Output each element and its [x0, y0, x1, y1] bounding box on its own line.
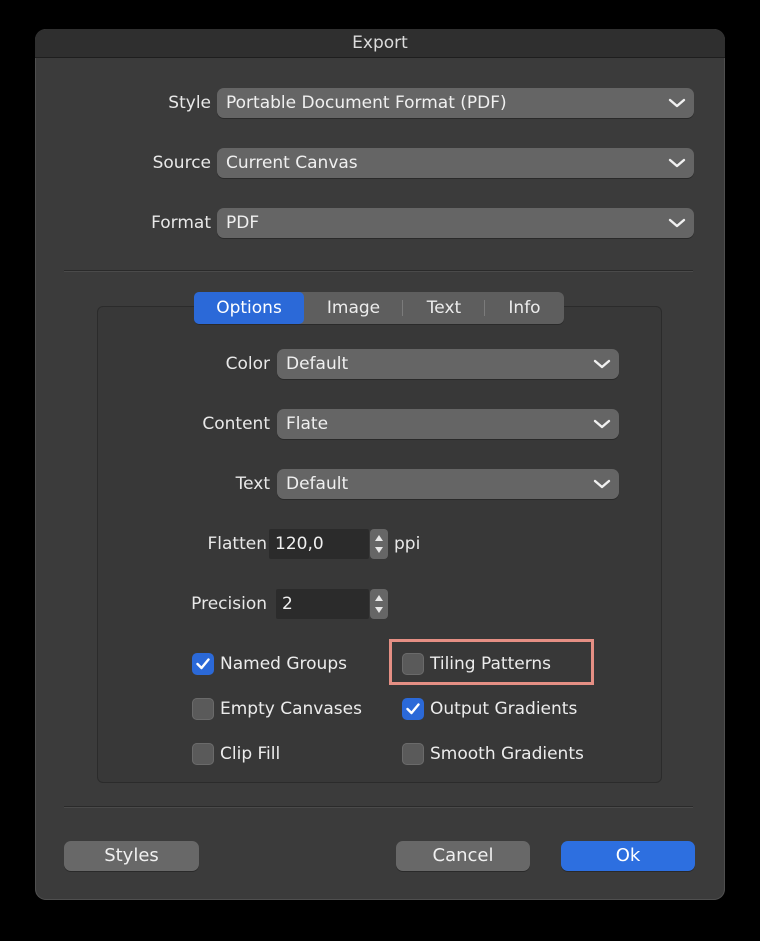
- style-value: Portable Document Format (PDF): [226, 93, 507, 113]
- text-select[interactable]: Default: [277, 469, 619, 499]
- chevron-down-icon: [668, 158, 686, 168]
- tab-options[interactable]: Options: [194, 292, 304, 324]
- source-value: Current Canvas: [226, 153, 358, 173]
- color-label: Color: [225, 354, 270, 374]
- tab-text[interactable]: Text: [403, 292, 485, 324]
- chevron-down-icon: [668, 218, 686, 228]
- checkmark-icon: [406, 703, 420, 715]
- tab-image-label: Image: [326, 298, 381, 318]
- content-value: Flate: [286, 414, 329, 434]
- source-select[interactable]: Current Canvas: [217, 148, 694, 178]
- text-value: Default: [286, 474, 349, 494]
- style-select[interactable]: Portable Document Format (PDF): [217, 88, 694, 118]
- format-label: Format: [151, 213, 211, 233]
- checkbox-unchecked[interactable]: [402, 743, 424, 765]
- format-select[interactable]: PDF: [217, 208, 694, 238]
- flatten-value: 120,0: [275, 534, 324, 554]
- chevron-down-icon: [593, 479, 611, 489]
- chevron-down-icon: [593, 359, 611, 369]
- checkbox-unchecked[interactable]: [192, 698, 214, 720]
- precision-stepper[interactable]: [370, 589, 388, 619]
- color-value: Default: [286, 354, 349, 374]
- cancel-button[interactable]: Cancel: [396, 841, 530, 871]
- content-select[interactable]: Flate: [277, 409, 619, 439]
- color-select[interactable]: Default: [277, 349, 619, 379]
- smooth-gradients-label: Smooth Gradients: [430, 744, 584, 764]
- precision-input[interactable]: 2: [276, 589, 369, 619]
- precision-value: 2: [282, 594, 293, 614]
- export-dialog: Export Style Portable Document Format (P…: [35, 29, 725, 900]
- flatten-label: Flatten: [207, 534, 267, 554]
- clip-fill-label: Clip Fill: [220, 744, 281, 764]
- stepper-down-icon: [375, 607, 383, 613]
- checkbox-unchecked[interactable]: [192, 743, 214, 765]
- source-label: Source: [152, 153, 211, 173]
- chevron-down-icon: [593, 419, 611, 429]
- flatten-unit: ppi: [394, 534, 421, 554]
- tab-info[interactable]: Info: [485, 292, 564, 324]
- format-value: PDF: [226, 213, 260, 233]
- chevron-down-icon: [668, 98, 686, 108]
- tab-bar: Options Image Text Info: [194, 292, 564, 324]
- bottom-divider: [64, 806, 693, 807]
- styles-button[interactable]: Styles: [64, 841, 199, 871]
- content-label: Content: [202, 414, 270, 434]
- highlight-box: [389, 639, 594, 685]
- checkmark-icon: [196, 658, 210, 670]
- stepper-down-icon: [375, 547, 383, 553]
- stepper-up-icon: [375, 595, 383, 601]
- text-label: Text: [235, 474, 270, 494]
- checkbox-checked[interactable]: [402, 698, 424, 720]
- window-title: Export: [35, 29, 725, 58]
- tab-text-label: Text: [426, 298, 462, 318]
- output-gradients-label: Output Gradients: [430, 699, 578, 719]
- ok-button[interactable]: Ok: [561, 841, 695, 871]
- flatten-stepper[interactable]: [370, 529, 388, 559]
- precision-label: Precision: [191, 594, 267, 614]
- stepper-up-icon: [375, 535, 383, 541]
- tab-image[interactable]: Image: [304, 292, 403, 324]
- empty-canvases-label: Empty Canvases: [220, 699, 362, 719]
- named-groups-label: Named Groups: [220, 654, 347, 674]
- flatten-input[interactable]: 120,0: [269, 529, 369, 559]
- style-label: Style: [168, 93, 211, 113]
- top-divider: [64, 270, 693, 271]
- checkbox-checked[interactable]: [192, 653, 214, 675]
